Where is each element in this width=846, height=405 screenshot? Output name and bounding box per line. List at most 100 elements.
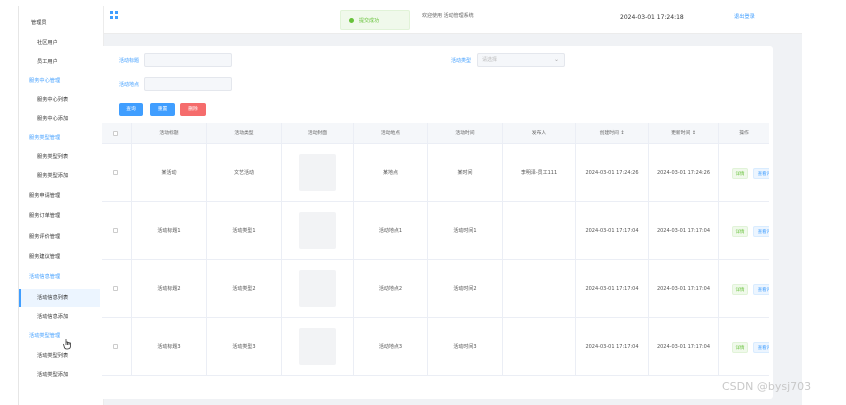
reset-button[interactable]: 重置 [150,103,175,116]
row-select-cell [102,318,132,376]
sidebar-item-activity-type-add[interactable]: 活动类型添加 [19,366,104,384]
cell-location: 活动地点2 [354,260,428,318]
cell-title: 某活动 [132,144,207,202]
detail-button[interactable]: 详情 [732,168,748,179]
column-header: 发布人 [503,123,576,144]
operations-cell: 详情查看评论 [719,202,769,260]
cell-publisher: 李明泽-员工111 [503,144,576,202]
row-select-cell [102,260,132,318]
cell-created: 2024-03-01 17:17:04 [576,260,649,318]
grid-menu-icon[interactable] [110,11,118,19]
sidebar-item-service-type-add[interactable]: 服务类型添加 [19,167,104,185]
row-checkbox[interactable] [113,286,118,291]
cell-location: 某地点 [354,144,428,202]
cell-type: 文艺活动 [207,144,282,202]
sidebar-group-service-review[interactable]: 服务评价管理 [19,228,104,246]
header-select-all[interactable] [102,123,132,144]
sidebar-item-staff-users[interactable]: 员工用户 [19,53,104,71]
cell-location: 活动地点3 [354,318,428,376]
sidebar-item-community-users[interactable]: 社区用户 [19,34,104,52]
hand-cursor-icon [63,339,71,350]
current-datetime: 2024-03-01 17:24:18 [620,14,684,21]
cell-time: 活动时间3 [428,318,503,376]
sidebar-group-activity-info[interactable]: 活动信息管理 [19,268,104,286]
sidebar-group-service-center[interactable]: 服务中心管理 [19,72,104,90]
sidebar-group-service-apply[interactable]: 服务申请管理 [19,187,104,205]
operations-cell: 详情查看评论 [719,144,769,202]
cell-updated: 2024-03-01 17:17:04 [649,318,719,376]
search-button[interactable]: 查询 [119,103,143,116]
success-check-icon [349,18,354,23]
cell-updated: 2024-03-01 17:17:04 [649,260,719,318]
sidebar-item-service-center-list[interactable]: 服务中心列表 [19,91,104,109]
sidebar-group-service-order[interactable]: 服务订单管理 [19,207,104,225]
filter-location-input[interactable] [144,77,232,91]
cell-updated: 2024-03-01 17:24:26 [649,144,719,202]
csdn-watermark: CSDN @bysj703 [722,380,812,393]
column-header-sortable[interactable]: 创建时间 ↕ [576,123,649,144]
row-checkbox[interactable] [113,170,118,175]
filter-type-select[interactable]: 请选择 [477,53,565,67]
detail-button[interactable]: 详情 [732,342,748,353]
sidebar-item-activity-info-list[interactable]: 活动信息列表 [19,289,104,307]
sidebar-item-service-center-add[interactable]: 服务中心添加 [19,110,104,128]
sidebar-item-service-type-list[interactable]: 服务类型列表 [19,148,104,166]
delete-button[interactable]: 删除 [180,103,206,116]
screenshot-frame: 管理员 社区用户 员工用户 服务中心管理 服务中心列表 服务中心添加 服务类型管… [0,0,846,405]
cover-cell [282,260,354,318]
cover-cell [282,318,354,376]
view-reviews-button[interactable]: 查看评论 [753,226,769,237]
filter-type-label: 活动类型 [451,58,472,64]
filter-title-label: 活动标题 [119,58,140,64]
cell-updated: 2024-03-01 17:17:04 [649,202,719,260]
column-header: 活动封面 [282,123,354,144]
cell-type: 活动类型3 [207,318,282,376]
column-header-sortable[interactable]: 更新时间 ↕ [649,123,719,144]
cell-publisher [503,260,576,318]
toast-message: 提交成功 [359,18,380,24]
row-select-cell [102,202,132,260]
operations-cell: 详情查看评论 [719,318,769,376]
cover-cell [282,144,354,202]
column-header: 活动地点 [354,123,428,144]
table-row: 活动标题2 活动类型2 活动地点2 活动时间2 2024-03-01 17:17:04 2… [102,260,769,318]
sidebar-group-service-suggestion[interactable]: 服务建议管理 [19,248,104,266]
cell-title: 活动标题2 [132,260,207,318]
header-strip [104,34,802,42]
cover-image-placeholder [299,212,336,249]
column-header: 操作 [739,131,749,136]
cell-time: 活动时间1 [428,202,503,260]
sidebar-group-activity-type[interactable]: 活动类型管理 [19,327,104,345]
row-checkbox[interactable] [113,228,118,233]
system-title: 欢迎使用 活动管理系统 [422,13,474,19]
sidebar-group-service-type[interactable]: 服务类型管理 [19,129,104,147]
column-header: 活动类型 [207,123,282,144]
logout-link[interactable]: 退出登录 [734,13,755,20]
success-toast: 提交成功 [340,10,410,30]
cover-image-placeholder [299,270,336,307]
operations-cell: 详情查看评论 [719,260,769,318]
cell-created: 2024-03-01 17:17:04 [576,318,649,376]
view-reviews-button[interactable]: 查看评论 [753,284,769,295]
view-reviews-button[interactable]: 查看评论 [753,342,769,353]
view-reviews-button[interactable]: 查看评论 [753,168,769,179]
detail-button[interactable]: 详情 [732,284,748,295]
filter-title-input[interactable] [144,53,232,67]
cell-type: 活动类型2 [207,260,282,318]
row-checkbox[interactable] [113,344,118,349]
cell-created: 2024-03-01 17:24:26 [576,144,649,202]
sidebar-item-admin[interactable]: 管理员 [19,14,104,32]
cover-image-placeholder [299,154,336,191]
content-card: 活动标题 活动类型 请选择 活动地点 查询 重置 删除 活动标题 活动类型 活动… [100,46,773,399]
row-select-cell [102,144,132,202]
cover-cell [282,202,354,260]
cell-time: 活动时间2 [428,260,503,318]
top-header: 欢迎使用 活动管理系统 2024-03-01 17:24:18 退出登录 [104,6,802,34]
sidebar-item-activity-info-add[interactable]: 活动信息添加 [19,308,104,326]
cell-time: 某时间 [428,144,503,202]
detail-button[interactable]: 详情 [732,226,748,237]
sidebar-item-activity-type-list[interactable]: 活动类型列表 [19,347,104,365]
column-header: 活动时间 [428,123,503,144]
cell-title: 活动标题1 [132,202,207,260]
cell-type: 活动类型1 [207,202,282,260]
